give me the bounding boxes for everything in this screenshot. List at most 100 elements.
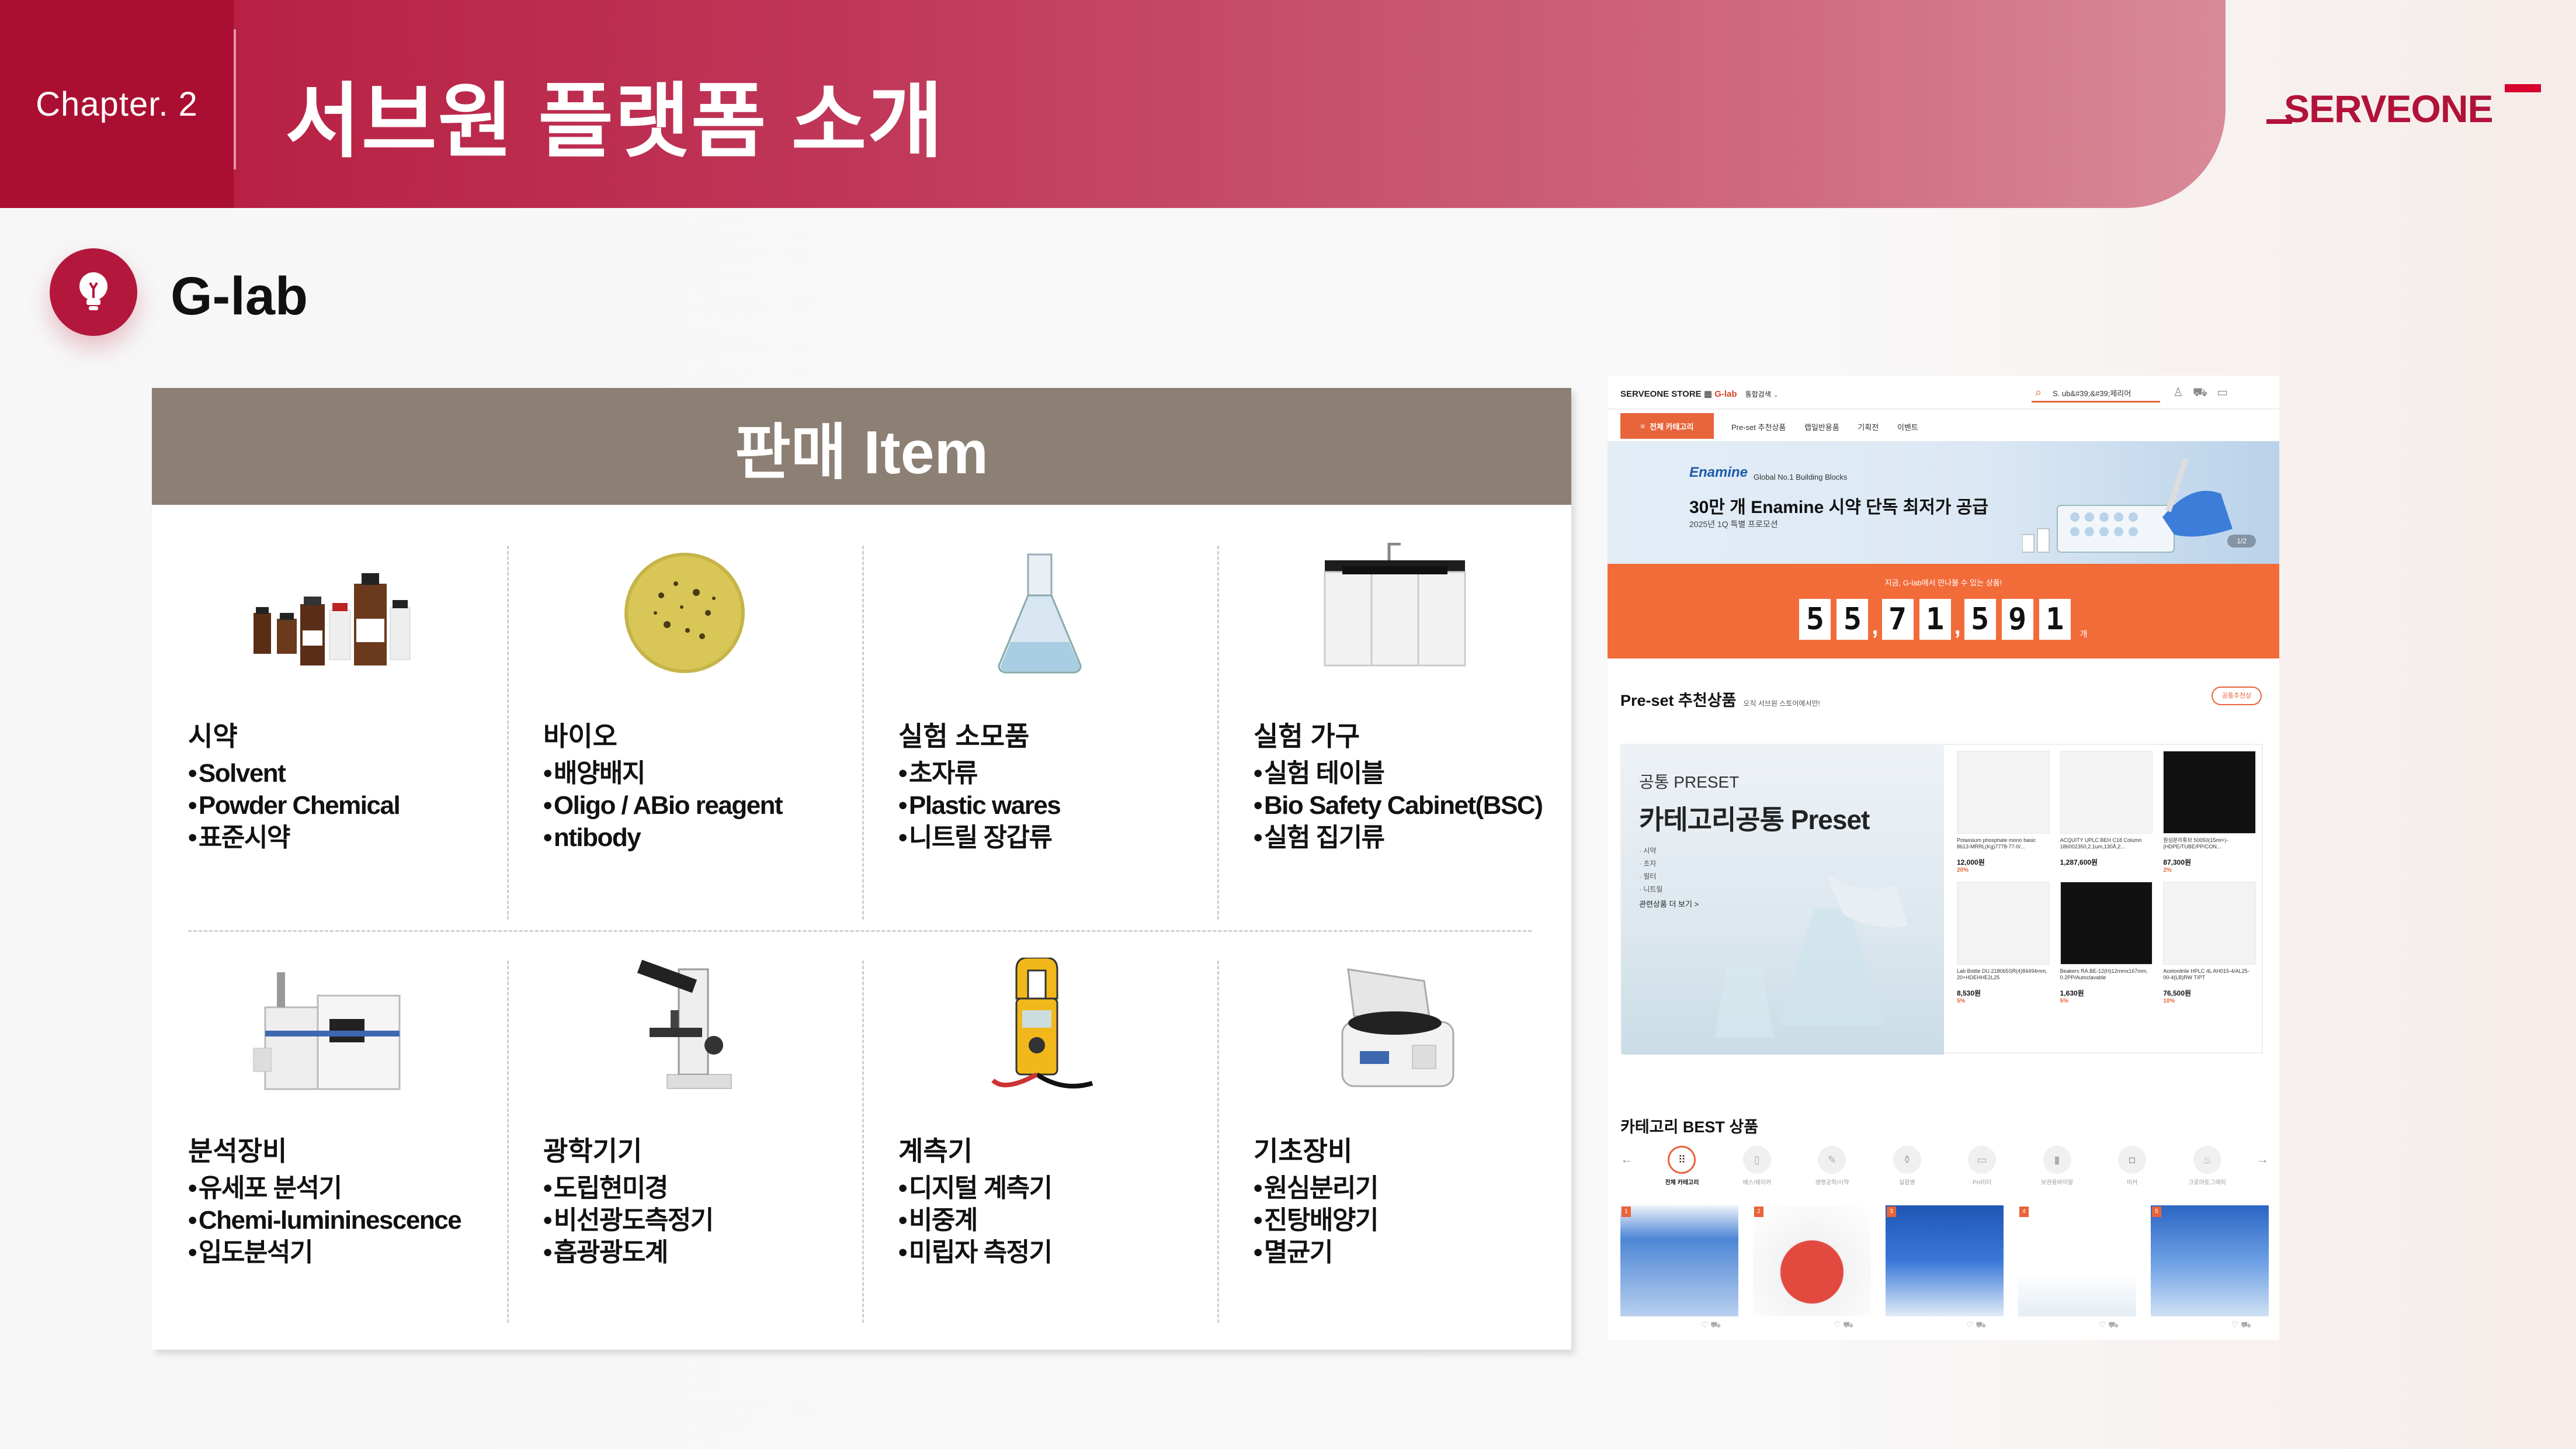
counter-digit: 5 — [1836, 599, 1869, 640]
tab-category[interactable]: ▭ PH미터 — [1956, 1146, 2008, 1186]
menu-item[interactable]: Pre-set 추천상품 — [1731, 423, 1786, 432]
truck-icon[interactable]: ▭ — [2217, 386, 2237, 399]
heart-cart-icons[interactable]: ♡ ⛟ — [1753, 1320, 1871, 1331]
rank-badge: 2 — [1754, 1207, 1763, 1217]
category-item: ntibody — [543, 821, 782, 854]
bottle-icon: ⚱ — [1893, 1146, 1921, 1174]
product-image — [2060, 751, 2153, 834]
tab-label: 크로마토그래피 — [2188, 1180, 2226, 1186]
rank-badge: 1 — [1622, 1207, 1631, 1217]
best-product[interactable]: 2 ♡ ⛟ — [1753, 1205, 1871, 1331]
product-discount: 5% — [2060, 998, 2069, 1004]
arrow-left-icon[interactable]: ← — [1620, 1152, 1633, 1167]
search-input[interactable]: ⌕ S. ub&#39;&#39;제리어 — [2032, 383, 2160, 403]
menu-item[interactable]: 랩일반용품 — [1804, 423, 1839, 432]
store-topbar: SERVEONE STORE ▦ G-lab 통합검색 ⌄ ⌕ S. ub&#3… — [1608, 376, 2279, 410]
product-price: 12,000원 — [1957, 858, 1985, 866]
tab-category[interactable]: ◘ 비커 — [2106, 1146, 2158, 1186]
logo-text: SERVEONE — [2284, 87, 2494, 130]
menu-icon: ≡ — [1640, 421, 1645, 431]
menu-item[interactable]: 이벤트 — [1897, 423, 1918, 432]
product-card[interactable]: Lab Bottle DU.218065SR(4)84494mm, 20+HDE… — [1957, 882, 2050, 1004]
tab-label: 전체 카테고리 — [1665, 1180, 1699, 1186]
category-item: Solvent — [188, 757, 400, 789]
arrow-right-icon[interactable]: → — [2256, 1152, 2269, 1167]
best-product[interactable]: 3 ♡ ⛟ — [1886, 1205, 2004, 1331]
product-name: Potassium phosphate mono basic 8613-MRRL… — [1957, 837, 2036, 850]
glab-name: G-lab — [1714, 389, 1737, 399]
counter-digits: 5 5 , 7 1 , 5 9 1 개 — [1608, 599, 2279, 640]
rank-badge: 5 — [2152, 1207, 2161, 1217]
preset-banner[interactable]: 공통 PRESET 카테고리공통 Preset · 시약 · 초자 · 필터 ·… — [1622, 745, 1944, 1055]
category-item: 도립현미경 — [543, 1172, 713, 1204]
rank-badge: 3 — [1887, 1207, 1896, 1217]
menu-item[interactable]: 기획전 — [1858, 423, 1879, 432]
heart-cart-icons[interactable]: ♡ ⛟ — [2151, 1320, 2269, 1331]
preset-more-button[interactable]: 공통추천상 — [2212, 687, 2262, 705]
tab-all-category[interactable]: ⠿ 전체 카테고리 — [1655, 1146, 1708, 1186]
product-discount: 2% — [2163, 867, 2172, 873]
microscope-image — [507, 955, 862, 1101]
heart-cart-icons[interactable]: ♡ ⛟ — [1620, 1320, 1738, 1331]
bath-icon: ▯ — [1742, 1146, 1771, 1174]
tab-category[interactable]: ▮ 보관용바이알 — [2031, 1146, 2084, 1186]
category-item: Oligo / ABio reagent — [543, 789, 783, 821]
best-product[interactable]: 1 ♡ ⛟ — [1620, 1205, 1738, 1331]
category-items: Solvent Powder Chemical 표준시약 — [188, 757, 401, 854]
counter-digit: 1 — [2039, 599, 2071, 640]
search-query: S. ub&#39;&#39;제리어 — [2053, 389, 2131, 398]
hero-pager[interactable]: 1/2 — [2227, 535, 2256, 547]
logo-accent-bar — [2505, 84, 2541, 92]
category-item: 흡광광도계 — [543, 1236, 713, 1268]
dna-icon: ✎ — [1818, 1146, 1846, 1174]
product-card[interactable]: 원심분리튜브 50050(15ml+)-(HDPE/TUBE/PP/CON...… — [2163, 751, 2256, 873]
product-card[interactable]: ACQUITY UPLC BEH C18 Column 186002350,2.… — [2060, 751, 2153, 873]
chapter-label: Chapter. 2 — [36, 85, 198, 123]
best-product[interactable]: 4 ♡ ⛟ — [2018, 1205, 2136, 1331]
user-icon[interactable]: ♙ — [2173, 386, 2193, 399]
section-title: G-lab — [171, 266, 308, 326]
search-icon: ⌕ — [2035, 386, 2042, 399]
best-product[interactable]: 5 ♡ ⛟ — [2151, 1205, 2269, 1331]
card-header: 판매 Item — [152, 388, 1571, 505]
category-optical: 광학기기 도립현미경 비선광도측정기 흡광광도계 — [507, 955, 862, 1329]
category-title: 실험 가구 — [1254, 721, 1360, 751]
grid-icon: ▦ — [1703, 389, 1713, 399]
serveone-logo: SERVEONE — [2266, 81, 2541, 133]
store-logo[interactable]: SERVEONE STORE ▦ G-lab 통합검색 ⌄ — [1620, 389, 1778, 399]
counter-digit: 7 — [1881, 599, 1914, 640]
thousands-separator: , — [1954, 613, 1961, 639]
product-counter: 지금, G-lab에서 만나볼 수 있는 상품! 5 5 , 7 1 , 5 9… — [1608, 564, 2279, 658]
category-item: 원심분리기 — [1254, 1172, 1379, 1204]
counter-unit: 개 — [2079, 629, 2088, 639]
cart-icon[interactable]: ⛟ — [2193, 386, 2217, 399]
search-type[interactable]: 통합검색 — [1745, 390, 1771, 398]
category-item: 비선광도측정기 — [543, 1204, 714, 1236]
category-title: 계측기 — [898, 1136, 973, 1166]
clamp-meter-image — [862, 955, 1217, 1101]
product-card[interactable]: Beakers RA.BE-12(H)12mmx167mm, 0.2PP/Aut… — [2060, 882, 2153, 1004]
heart-cart-icons[interactable]: ♡ ⛟ — [2018, 1320, 2136, 1331]
tab-label: PH미터 — [1973, 1180, 1992, 1186]
ph-meter-icon: ▭ — [1968, 1146, 1997, 1174]
glab-store-screenshot: SERVEONE STORE ▦ G-lab 통합검색 ⌄ ⌕ S. ub&#3… — [1608, 376, 2279, 1340]
tab-category[interactable]: ⚱ 실험병 — [1881, 1146, 1933, 1186]
page-title: 서브원 플랫폼 소개 — [285, 75, 945, 167]
tab-category[interactable]: ✎ 생명공학/시약 — [1806, 1146, 1858, 1186]
thousands-separator: , — [1872, 613, 1879, 639]
heart-cart-icons[interactable]: ♡ ⛟ — [1886, 1320, 2004, 1331]
all-category-button[interactable]: ≡ 전체 카테고리 — [1620, 413, 1714, 439]
tab-label: 보관용바이알 — [2041, 1180, 2074, 1186]
category-item: Bio Safety Cabinet(BSC) — [1254, 789, 1543, 821]
tab-category[interactable]: ▯ 배스/쉐이커 — [1731, 1146, 1783, 1186]
hero-subtitle: 2025년 1Q 특별 프로모션 — [1689, 519, 1778, 529]
tab-category[interactable]: ♨ 크로마토그래피 — [2181, 1146, 2234, 1186]
product-name: 원심분리튜브 50050(15ml+)-(HDPE/TUBE/PP/CON... — [2163, 837, 2228, 850]
tab-label: 비커 — [2126, 1180, 2138, 1186]
hero-banner[interactable]: Enamine Global No.1 Building Blocks 30만 … — [1608, 441, 2279, 564]
preset-related-link[interactable]: 관련상품 더 보기 > — [1639, 898, 1699, 909]
product-card[interactable]: Potassium phosphate mono basic 8613-MRRL… — [1957, 751, 2050, 873]
preset-products: Potassium phosphate mono basic 8613-MRRL… — [1957, 751, 2256, 1004]
category-item: 초자류 — [898, 757, 1060, 789]
product-card[interactable]: Acetonitrile HPLC 4L AH015-4/AL25-00-4(L… — [2163, 882, 2256, 1004]
